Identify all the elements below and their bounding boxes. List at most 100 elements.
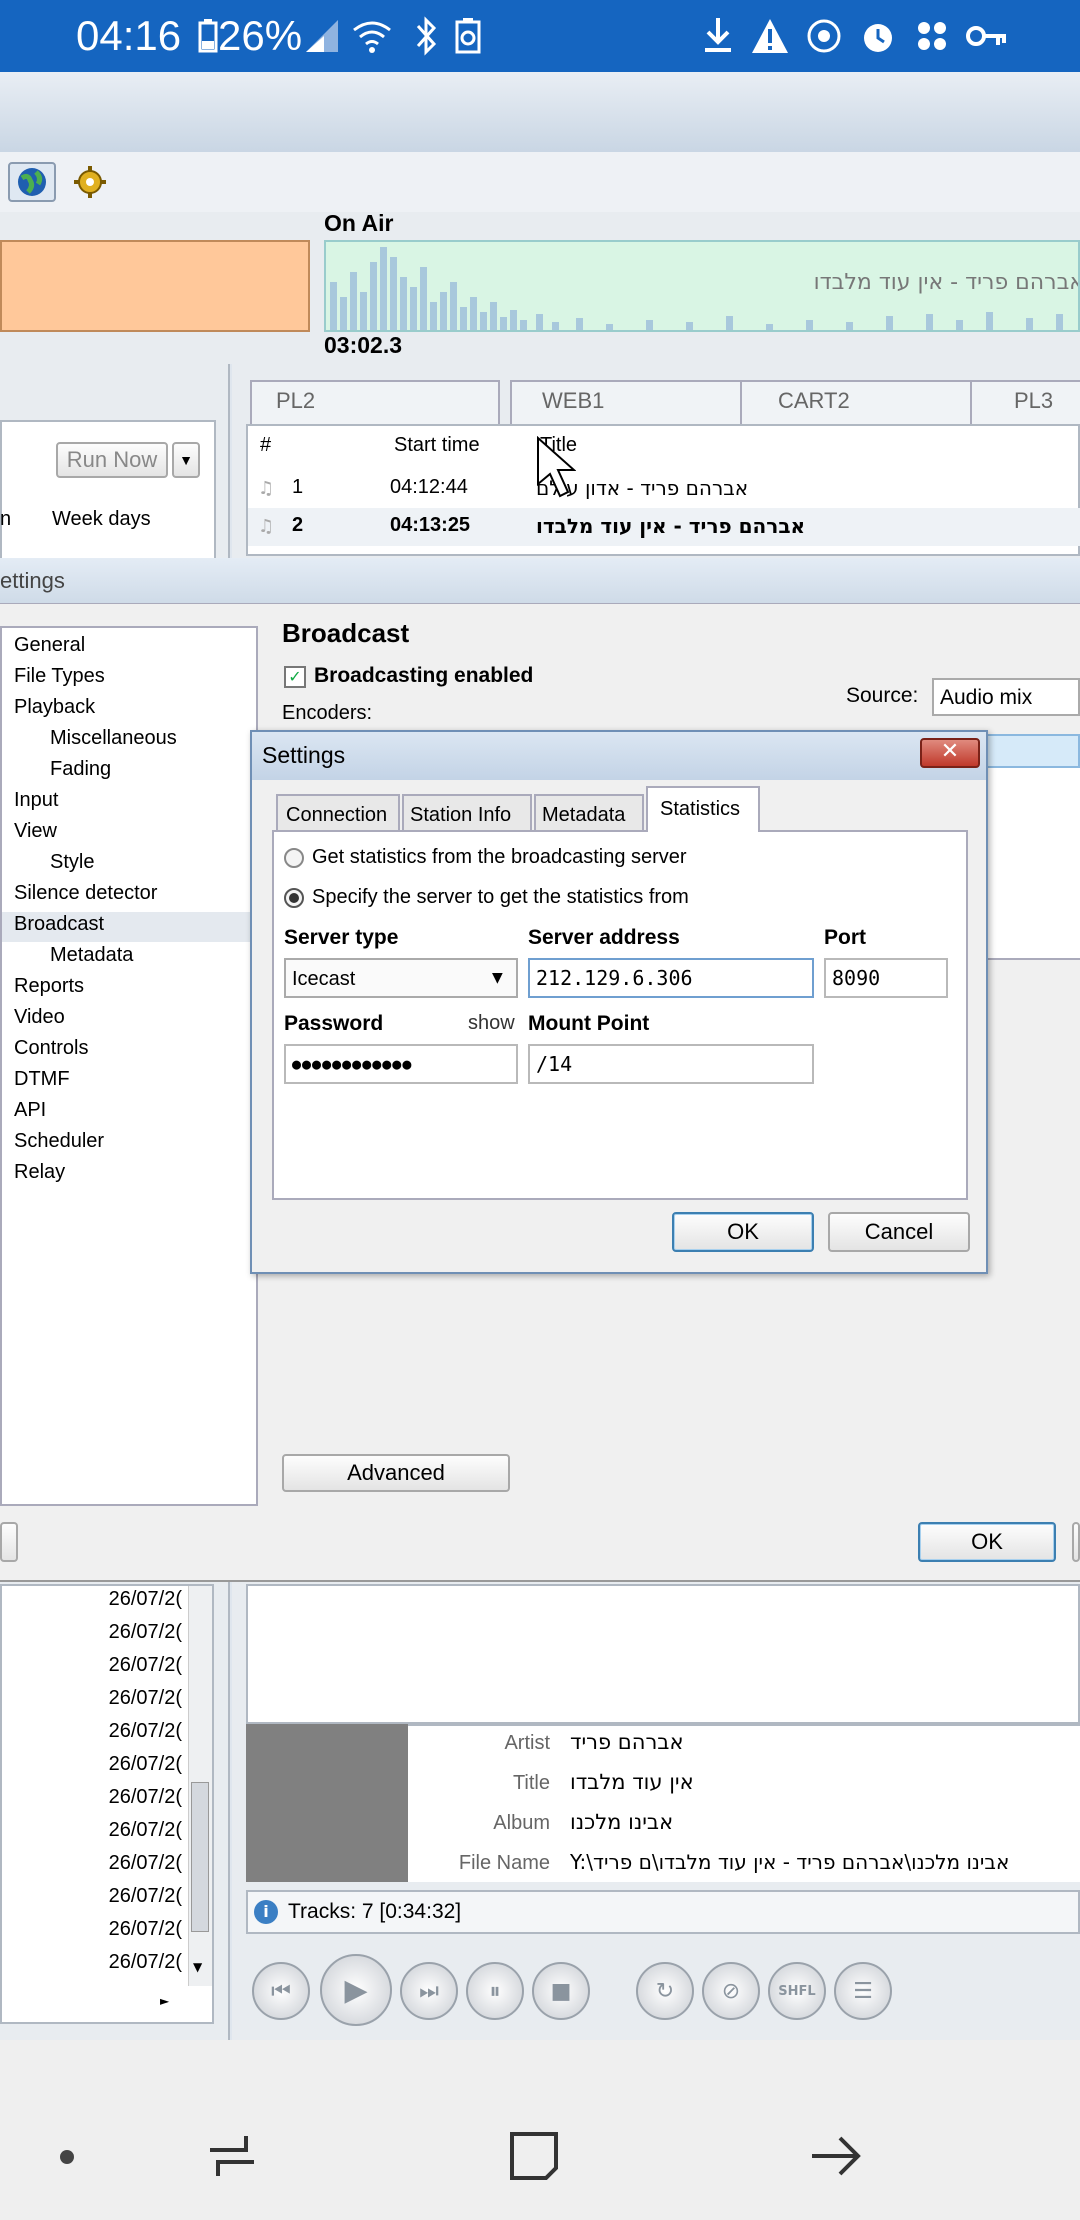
- scheduler-date-list: 26/07/2( 26/07/2( 26/07/2( 26/07/2( 26/07/2(…: [0, 1584, 214, 2024]
- row-start: 04:12:44: [390, 476, 468, 498]
- scroll-right-icon[interactable]: ►: [160, 1994, 169, 2008]
- tree-item-style[interactable]: Style: [50, 851, 94, 874]
- tab-pl2[interactable]: PL2: [250, 380, 500, 424]
- tab-pl3[interactable]: PL3: [970, 380, 1080, 424]
- radio-specify-server[interactable]: [284, 888, 304, 908]
- scroll-down-icon[interactable]: ▼: [193, 1960, 202, 1974]
- scheduler-date-cell[interactable]: 26/07/2(: [2, 1786, 182, 1809]
- password-label: Password: [284, 1012, 384, 1035]
- scheduler-date-cell[interactable]: 26/07/2(: [2, 1588, 182, 1611]
- tree-item-fading[interactable]: Fading: [50, 758, 111, 781]
- next-button[interactable]: ⏭: [400, 1962, 458, 2020]
- tree-item-file-types[interactable]: File Types: [14, 665, 105, 688]
- playlist-lower-area: [246, 1584, 1080, 1724]
- settings-gear-button[interactable]: [70, 164, 110, 200]
- disable-button[interactable]: ⊘: [702, 1962, 760, 2020]
- mouse-cursor-icon: [537, 436, 576, 498]
- stop-button[interactable]: ■: [532, 1962, 590, 2020]
- tree-item-metadata[interactable]: Metadata: [50, 944, 133, 967]
- tab-web1[interactable]: WEB1: [510, 380, 750, 424]
- mount-point-input[interactable]: /14: [528, 1044, 814, 1084]
- globe-button[interactable]: [8, 162, 56, 202]
- shuffle-button[interactable]: SHFL: [768, 1962, 826, 2020]
- sync-icon: [802, 14, 846, 58]
- scheduler-date-cell[interactable]: 26/07/2(: [2, 1753, 182, 1776]
- playlist-button[interactable]: ☰: [834, 1962, 892, 2020]
- tree-item-controls[interactable]: Controls: [14, 1037, 88, 1060]
- dialog-ok-button[interactable]: OK: [672, 1212, 814, 1252]
- scrollbar-thumb[interactable]: [191, 1782, 209, 1932]
- tab-statistics[interactable]: Statistics: [646, 786, 760, 832]
- broadcasting-enabled-checkbox[interactable]: ✓: [284, 666, 306, 688]
- recycle-icon: [446, 14, 490, 58]
- home-icon[interactable]: [506, 2128, 562, 2184]
- scheduler-date-cell[interactable]: 26/07/2(: [2, 1654, 182, 1677]
- bluetooth-icon: [404, 14, 448, 58]
- scheduler-date-cell[interactable]: 26/07/2(: [2, 1951, 182, 1974]
- radio-broadcasting-server[interactable]: [284, 848, 304, 868]
- recent-apps-icon[interactable]: [206, 2130, 258, 2182]
- filename-value: Y:\אבינו מלכנו\אברהם פריד - אין עוד מלבד…: [570, 1850, 1010, 1874]
- source-select[interactable]: Audio mix: [932, 678, 1080, 716]
- previous-button[interactable]: ⏮: [252, 1962, 310, 2020]
- tree-item-api[interactable]: API: [14, 1099, 46, 1122]
- info-icon: i: [254, 1900, 278, 1924]
- tree-item-scheduler[interactable]: Scheduler: [14, 1130, 104, 1153]
- tree-item-miscellaneous[interactable]: Miscellaneous: [50, 727, 177, 750]
- dialog-close-button[interactable]: ✕: [920, 738, 980, 768]
- scheduler-col-n: n: [0, 508, 12, 530]
- tab-metadata[interactable]: Metadata: [534, 794, 644, 832]
- settings-cancel-button-edge[interactable]: [1072, 1522, 1080, 1562]
- artist-value: אברהם פריד: [570, 1730, 684, 1754]
- scheduler-date-cell[interactable]: 26/07/2(: [2, 1918, 182, 1941]
- back-icon[interactable]: [808, 2134, 864, 2178]
- source-label: Source:: [846, 684, 919, 707]
- loop-button[interactable]: ↻: [636, 1962, 694, 2020]
- dialog-cancel-button[interactable]: Cancel: [828, 1212, 970, 1252]
- gear-icon: [74, 166, 106, 198]
- tree-item-view[interactable]: View: [14, 820, 57, 843]
- scheduler-col-weekdays: Week days: [52, 508, 151, 530]
- tree-item-relay[interactable]: Relay: [14, 1161, 65, 1184]
- scheduler-date-cell[interactable]: 26/07/2(: [2, 1687, 182, 1710]
- tab-cart2[interactable]: CART2: [740, 380, 980, 424]
- tree-item-silence-detector[interactable]: Silence detector: [14, 882, 157, 905]
- scheduler-date-cell[interactable]: 26/07/2(: [2, 1852, 182, 1875]
- scrollbar-vertical[interactable]: ▼: [188, 1586, 212, 1986]
- run-now-dropdown[interactable]: ▼: [172, 442, 200, 478]
- scheduler-date-cell[interactable]: 26/07/2(: [2, 1819, 182, 1842]
- server-address-input[interactable]: 212.129.6.306: [528, 958, 814, 998]
- tree-item-video[interactable]: Video: [14, 1006, 65, 1029]
- show-password-link[interactable]: show: [468, 1012, 515, 1035]
- password-input[interactable]: ●●●●●●●●●●●●: [284, 1044, 518, 1084]
- tree-item-reports[interactable]: Reports: [14, 975, 84, 998]
- tree-item-dtmf[interactable]: DTMF: [14, 1068, 70, 1091]
- tree-item-input[interactable]: Input: [14, 789, 58, 812]
- tab-connection[interactable]: Connection: [276, 794, 400, 832]
- tree-item-broadcast[interactable]: Broadcast: [14, 913, 104, 936]
- encoder-row-selected[interactable]: [980, 734, 1080, 768]
- pause-icon: ⏸: [489, 1978, 501, 2004]
- scheduler-date-cell[interactable]: 26/07/2(: [2, 1621, 182, 1644]
- run-now-button[interactable]: Run Now: [56, 442, 168, 478]
- pause-button[interactable]: ⏸: [466, 1962, 524, 2020]
- port-input[interactable]: 8090: [824, 958, 948, 998]
- nav-dot-icon[interactable]: [60, 2150, 74, 2164]
- tree-item-playback[interactable]: Playback: [14, 696, 95, 719]
- tree-item-general[interactable]: General: [14, 634, 85, 657]
- settings-left-button[interactable]: [0, 1522, 18, 1562]
- settings-ok-button[interactable]: OK: [918, 1522, 1056, 1562]
- advanced-button[interactable]: Advanced: [282, 1454, 510, 1492]
- server-type-select[interactable]: Icecast ▼: [284, 958, 518, 998]
- filename-label: File Name: [458, 1852, 550, 1874]
- server-type-label: Server type: [284, 926, 399, 949]
- server-address-label: Server address: [528, 926, 680, 949]
- scheduler-date-cell[interactable]: 26/07/2(: [2, 1885, 182, 1908]
- shuffle-icon: SHFL: [778, 1983, 816, 1999]
- settings-dialog: Settings ✕ Connection Station Info Metad…: [250, 730, 988, 1274]
- table-row[interactable]: ♫ 1 04:12:44 אברהם פריד - אדון עולם: [248, 470, 1080, 508]
- play-button[interactable]: ▶: [320, 1954, 392, 2026]
- table-row[interactable]: ♫ 2 04:13:25 אברהם פריד - אין עוד מלבדו: [248, 508, 1080, 546]
- tab-station-info[interactable]: Station Info: [402, 794, 532, 832]
- scheduler-date-cell[interactable]: 26/07/2(: [2, 1720, 182, 1743]
